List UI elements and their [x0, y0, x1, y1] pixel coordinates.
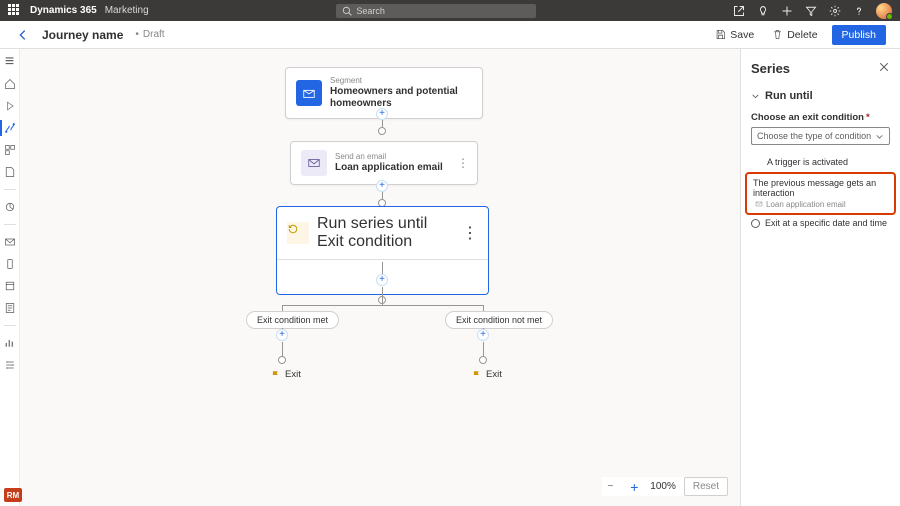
global-header: Dynamics 365 Marketing Search [0, 0, 900, 21]
node-send-email[interactable]: Send an email Loan application email ⋮ [290, 141, 478, 185]
nav-email-icon[interactable] [3, 235, 17, 249]
nav-sms-icon[interactable] [3, 257, 17, 271]
radio-icon [751, 219, 760, 228]
node-title: Homeowners and potential homeowners [330, 86, 472, 110]
add-step-button[interactable]: + [276, 329, 288, 341]
chevron-down-icon [875, 132, 884, 141]
condition-type-select[interactable]: Choose the type of condition [751, 127, 890, 145]
section-run-until[interactable]: Run until [751, 90, 890, 102]
help-icon[interactable] [852, 4, 866, 18]
open-new-window-icon[interactable] [732, 4, 746, 18]
plus-icon[interactable] [780, 4, 794, 18]
edge [282, 342, 283, 357]
edge [382, 295, 383, 305]
product-brand: Dynamics 365 [30, 5, 97, 16]
zoom-in-button[interactable]: + [626, 479, 642, 495]
page-title: Journey name [42, 28, 123, 42]
save-icon [715, 29, 726, 40]
edge [282, 305, 483, 306]
panel-title: Series [751, 61, 790, 76]
option-trigger-activated[interactable]: A trigger is activated [751, 153, 890, 172]
nav-form-icon[interactable] [3, 301, 17, 315]
journey-canvas[interactable]: Segment Homeowners and potential homeown… [20, 49, 740, 506]
edge [483, 342, 484, 357]
series-tile-icon [287, 222, 309, 244]
nav-analytics-icon[interactable] [3, 336, 17, 350]
chevron-down-icon [751, 92, 760, 101]
node-series-selected[interactable]: Run series until Exit condition ⋮ + [276, 206, 489, 295]
panel-close-button[interactable] [878, 61, 890, 76]
exit-marker-left: Exit [271, 369, 301, 380]
email-icon [755, 200, 763, 208]
nav-insights-icon[interactable] [3, 200, 17, 214]
branch-pill-condition-not-met[interactable]: Exit condition not met [445, 311, 553, 329]
nav-settings-icon[interactable] [3, 358, 17, 372]
left-nav-rail: ≡ [0, 49, 20, 506]
product-area: Marketing [105, 5, 149, 16]
user-avatar[interactable] [876, 3, 892, 19]
add-step-button[interactable]: + [477, 329, 489, 341]
back-button[interactable] [14, 26, 32, 44]
node-title: Exit condition [317, 233, 427, 251]
connector [378, 127, 386, 135]
command-bar: Journey name Draft Save Delete Publish [0, 21, 900, 49]
node-more-button[interactable]: ⋮ [462, 223, 478, 243]
nav-segment-icon[interactable] [3, 143, 17, 157]
add-step-button[interactable]: + [376, 180, 388, 192]
add-step-button[interactable]: + [376, 274, 388, 286]
connector [278, 356, 286, 364]
close-icon [878, 61, 890, 73]
save-button[interactable]: Save [711, 26, 758, 44]
global-search[interactable]: Search [336, 4, 536, 18]
node-type-label: Send an email [335, 152, 443, 162]
branch-pill-condition-met[interactable]: Exit condition met [246, 311, 339, 329]
lightbulb-icon[interactable] [756, 4, 770, 18]
node-title: Loan application email [335, 162, 443, 174]
zoom-out-button[interactable]: − [602, 479, 618, 495]
presence-badge: RM [4, 488, 22, 502]
search-icon [342, 6, 352, 16]
nav-home-icon[interactable] [3, 77, 17, 91]
exit-marker-right: Exit [472, 369, 502, 380]
email-tile-icon [301, 150, 327, 176]
connector [479, 356, 487, 364]
node-more-button[interactable]: ⋮ [457, 157, 469, 169]
app-launcher-icon[interactable] [8, 4, 22, 18]
nav-journeys-icon[interactable] [3, 121, 17, 135]
option-subtext: Loan application email [753, 200, 888, 209]
nav-play-icon[interactable] [3, 99, 17, 113]
choose-condition-label: Choose an exit condition* [751, 112, 890, 123]
filter-icon[interactable] [804, 4, 818, 18]
settings-gear-icon[interactable] [828, 4, 842, 18]
record-status: Draft [135, 29, 164, 40]
segment-tile-icon [296, 80, 322, 106]
flag-icon [271, 370, 281, 380]
flag-icon [472, 370, 482, 380]
node-type-label: Run series until [317, 215, 427, 233]
trash-icon [772, 29, 783, 40]
delete-button[interactable]: Delete [768, 26, 821, 44]
header-actions [732, 3, 892, 19]
publish-button[interactable]: Publish [832, 25, 886, 45]
zoom-toolbar: − + 100% Reset [602, 477, 728, 496]
zoom-reset-button[interactable]: Reset [684, 477, 728, 496]
node-type-label: Segment [330, 76, 472, 86]
radio-exit-specific-time[interactable]: Exit at a specific date and time [751, 215, 890, 231]
nav-hamburger-icon[interactable]: ≡ [3, 55, 17, 69]
nav-push-icon[interactable] [3, 279, 17, 293]
option-previous-message-interaction[interactable]: The previous message gets an interaction… [745, 172, 896, 215]
zoom-level: 100% [650, 481, 676, 492]
properties-panel: Series Run until Choose an exit conditio… [740, 49, 900, 506]
search-placeholder: Search [356, 6, 385, 16]
add-step-button[interactable]: + [376, 108, 388, 120]
nav-content-icon[interactable] [3, 165, 17, 179]
